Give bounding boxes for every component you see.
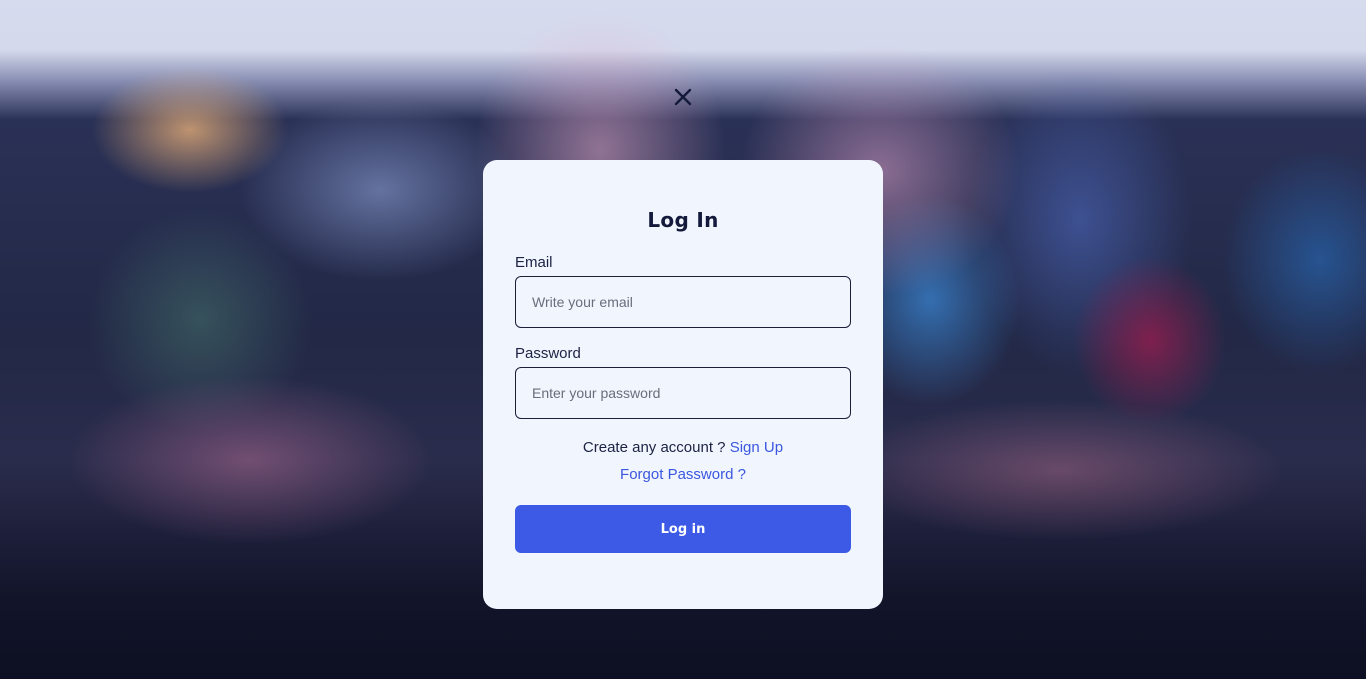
password-label: Password <box>515 345 581 362</box>
close-button[interactable] <box>671 85 695 109</box>
signup-prompt-text: Create any account ? <box>582 439 726 456</box>
modal-title: Log In <box>647 208 719 232</box>
password-input[interactable] <box>515 367 851 419</box>
login-page: Log In Email Password Create any account… <box>0 0 1366 679</box>
forgot-password-line: Forgot Password ? <box>483 466 883 483</box>
forgot-password-link[interactable]: Forgot Password ? <box>620 466 746 483</box>
email-label: Email <box>515 254 553 271</box>
close-icon <box>674 88 692 106</box>
email-input[interactable] <box>515 276 851 328</box>
signup-link[interactable]: Sign Up <box>730 439 783 456</box>
signup-prompt-line: Create any account ? Sign Up <box>483 439 883 456</box>
login-button[interactable]: Log in <box>515 505 851 553</box>
